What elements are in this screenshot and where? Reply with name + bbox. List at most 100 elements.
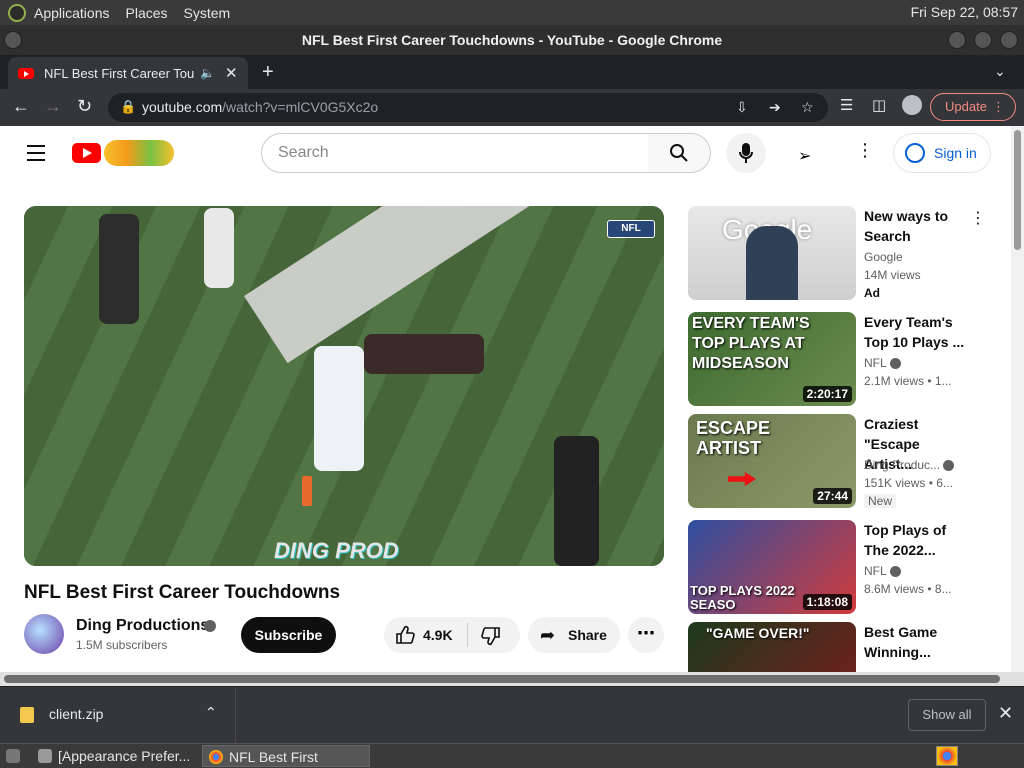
views-label: 151K views [864,476,926,490]
download-item[interactable]: client.zip ⌃ [0,687,236,744]
thumb-text: EVERY TEAM'S TOP PLAYS AT MIDSEASON [692,315,810,372]
search-input[interactable]: Search [261,133,649,173]
forward-button[interactable]: → [44,96,62,117]
microphone-icon [739,143,753,163]
install-icon[interactable]: ⇩ [736,99,748,116]
gnome-foot-icon[interactable] [8,3,26,22]
show-all-button[interactable]: Show all [908,699,986,731]
recommendation-item[interactable]: "GAME OVER!" Best Game Winning... [688,622,998,672]
recommendation-item[interactable]: ESCAPE ARTIST 27:44 Craziest "Escape Art… [688,414,998,508]
share-button[interactable]: ➦ Share [528,617,620,653]
recommendation-meta: 151K views • 6... [864,476,953,490]
speaker-icon[interactable]: 🔈 [200,66,215,80]
red-arrow-icon [728,472,756,486]
voice-search-button[interactable] [726,133,766,173]
recommendation-thumbnail[interactable]: "GAME OVER!" [688,622,856,672]
places-menu[interactable]: Places [126,5,168,21]
address-bar[interactable]: 🔒 youtube.com/watch?v=mlCV0G5Xc2o ⇩ ➔ ☆ [108,93,828,122]
recommendation-title[interactable]: Top Plays of The 2022... [864,520,968,560]
task-chrome[interactable]: NFL Best First Caree... [202,745,370,767]
chevron-up-icon[interactable]: ⌃ [205,704,217,721]
window-menu-button[interactable] [4,31,22,49]
task-label: [Appearance Prefer... [58,748,191,764]
new-tab-button[interactable]: + [262,61,274,84]
search-icon [670,144,688,162]
recommendation-menu-icon[interactable]: ⋮ [970,208,986,228]
recommendation-item[interactable]: EVERY TEAM'S TOP PLAYS AT MIDSEASON 2:20… [688,312,998,406]
thumbs-down-icon[interactable] [481,626,501,646]
url-text[interactable]: youtube.com/watch?v=mlCV0G5Xc2o [142,99,378,115]
recommendation-meta: 8.6M views • 8... [864,582,952,596]
recommendation-title[interactable]: New ways to Search [864,206,968,246]
recommendation-item[interactable]: TOP PLAYS 2022 SEASO 1:18:08 Top Plays o… [688,520,998,614]
subscriber-count: 1.5M subscribers [76,638,168,652]
recommendation-channel[interactable]: NFL [864,356,901,370]
horizontal-scrollbar[interactable] [0,672,1024,686]
like-count[interactable]: 4.9K [423,627,453,643]
youtube-logo[interactable] [72,143,101,163]
kebab-menu-icon[interactable]: ⋮ [992,94,1005,120]
recommendation-item[interactable]: Google New ways to Search Google 14M vie… [688,206,998,300]
reading-list-icon[interactable]: ☰ [840,96,853,114]
close-tab-icon[interactable]: ✕ [225,64,238,82]
recommendation-views: 14M views [864,268,921,282]
network-badge: NFL [607,220,655,238]
recommendation-thumbnail[interactable]: Google [688,206,856,300]
thumb-text: ESCAPE ARTIST [696,418,771,458]
share-arrow-icon: ➦ [540,625,556,645]
more-actions-button[interactable]: ⋯ [628,617,664,653]
recommendation-thumbnail[interactable]: ESCAPE ARTIST 27:44 [688,414,856,508]
channel-name[interactable]: Ding Productions [76,617,209,635]
window-titlebar: NFL Best First Career Touchdowns - YouTu… [0,25,1024,55]
window-title: NFL Best First Career Touchdowns - YouTu… [301,32,723,48]
system-menu[interactable]: System [184,5,231,21]
workspace-switcher[interactable] [936,746,958,766]
scrollbar-thumb[interactable] [4,675,1000,683]
age-label: • 6... [928,476,953,490]
bookmark-star-icon[interactable]: ☆ [801,99,814,116]
recommendation-title[interactable]: Best Game Winning... [864,622,968,662]
youtube-doodle[interactable] [104,140,174,166]
applications-menu[interactable]: Applications [34,5,110,21]
task-label: NFL Best First Caree... [229,749,318,765]
scrollbar-thumb[interactable] [1014,130,1021,250]
tab-youtube[interactable]: NFL Best First Career Tou 🔈 ✕ [8,57,248,89]
settings-kebab-icon[interactable]: ⋮ [856,140,874,161]
download-shelf: client.zip ⌃ Show all ✕ [0,686,1024,744]
chrome-icon [209,750,223,764]
like-separator [467,623,468,647]
recommendation-channel[interactable]: Ding Produc... [864,458,955,472]
maximize-button[interactable] [974,31,992,49]
side-panel-icon[interactable]: ◫ [872,96,886,114]
watermark: DING PROD [274,538,399,563]
back-button[interactable]: ← [12,96,30,117]
sign-in-button[interactable]: Sign in [893,133,991,173]
recommendation-channel[interactable]: Google [864,250,903,264]
recommendation-channel[interactable]: NFL [864,564,901,578]
tab-title: NFL Best First Career Tou [44,65,194,81]
recommendation-title[interactable]: Every Team's Top 10 Plays ... [864,312,968,352]
reload-button[interactable]: ↻ [77,96,92,117]
close-shelf-icon[interactable]: ✕ [998,703,1013,724]
update-button[interactable]: Update ⋮ [930,93,1016,121]
close-window-button[interactable] [1000,31,1018,49]
lock-icon[interactable]: 🔒 [120,99,136,115]
minimize-button[interactable] [948,31,966,49]
subscribe-button[interactable]: Subscribe [241,617,336,653]
clock[interactable]: Fri Sep 22, 08:57 [911,4,1018,20]
vertical-scrollbar[interactable] [1011,126,1024,672]
task-appearance[interactable]: [Appearance Prefer... [32,745,200,767]
recommendation-thumbnail[interactable]: TOP PLAYS 2022 SEASO 1:18:08 [688,520,856,614]
tab-search-chevron-icon[interactable]: ⌄ [994,63,1006,80]
share-icon[interactable]: ➔ [769,99,781,116]
video-player[interactable]: NFL DING PROD [24,206,664,566]
search-button[interactable] [648,133,711,173]
channel-avatar[interactable] [24,614,64,654]
profile-avatar-icon[interactable] [902,95,922,115]
recommendation-thumbnail[interactable]: EVERY TEAM'S TOP PLAYS AT MIDSEASON 2:20… [688,312,856,406]
download-filename[interactable]: client.zip [49,706,103,722]
thumbs-up-icon[interactable] [395,625,415,645]
hamburger-menu-icon[interactable] [27,145,45,166]
show-desktop-button[interactable] [0,745,30,767]
video-title: NFL Best First Career Touchdowns [24,582,341,603]
